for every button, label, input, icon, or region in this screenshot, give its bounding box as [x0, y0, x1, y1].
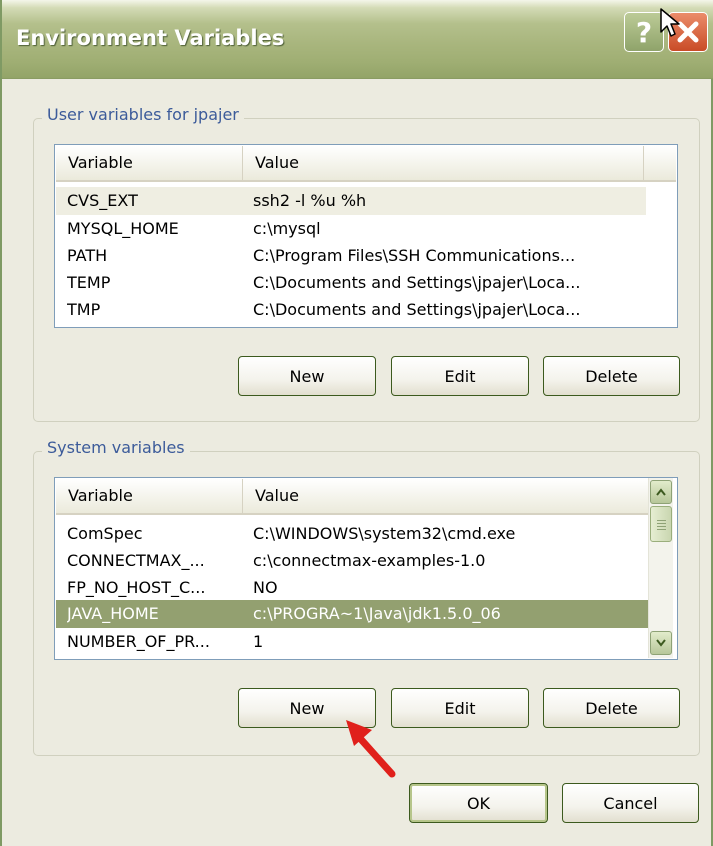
column-header-value[interactable]: Value — [243, 479, 649, 513]
title-bar[interactable]: Environment Variables ? — [2, 0, 713, 79]
row-variable: TMP — [67, 300, 101, 319]
grip-line — [657, 526, 666, 527]
help-button[interactable]: ? — [624, 12, 664, 52]
row-value: C:\Program Files\SSH Communications... — [253, 246, 576, 265]
row-variable: CONNECTMAX_... — [67, 551, 205, 570]
list-row[interactable]: FP_NO_HOST_C... NO — [56, 574, 648, 602]
row-value: C:\Documents and Settings\jpajer\Loca... — [253, 273, 581, 292]
list-header: Variable Value — [56, 479, 649, 515]
list-header: Variable Value — [56, 146, 676, 182]
question-mark-icon: ? — [635, 15, 653, 49]
row-value: ssh2 -l %u %h — [253, 191, 367, 210]
user-variables-list[interactable]: Variable Value CVS_EXT ssh2 -l %u %h MYS… — [54, 144, 678, 328]
row-variable: CVS_EXT — [67, 191, 138, 210]
user-edit-button[interactable]: Edit — [391, 356, 529, 396]
scroll-up-button[interactable] — [650, 480, 672, 504]
list-row[interactable]: CVS_EXT ssh2 -l %u %h — [56, 187, 646, 215]
column-header-variable[interactable]: Variable — [56, 146, 243, 180]
row-variable: MYSQL_HOME — [67, 219, 179, 238]
row-value: C:\Documents and Settings\jpajer\Loca... — [253, 300, 581, 319]
list-row[interactable]: PATH C:\Program Files\SSH Communications… — [56, 242, 646, 270]
list-row[interactable]: CONNECTMAX_... c:\connectmax-examples-1.… — [56, 547, 648, 575]
row-variable: TEMP — [67, 273, 111, 292]
system-edit-button[interactable]: Edit — [391, 688, 529, 728]
scroll-thumb[interactable] — [650, 506, 672, 542]
row-variable: JAVA_HOME — [67, 604, 159, 623]
column-header-variable[interactable]: Variable — [56, 479, 243, 513]
ok-button[interactable]: OK — [409, 783, 548, 823]
system-delete-button[interactable]: Delete — [543, 688, 680, 728]
list-row[interactable]: NUMBER_OF_PR... 1 — [56, 628, 648, 656]
row-variable: ComSpec — [67, 524, 143, 543]
user-delete-button[interactable]: Delete — [543, 356, 680, 396]
user-new-button[interactable]: New — [238, 356, 376, 396]
window-title: Environment Variables — [16, 26, 285, 50]
list-row[interactable]: TEMP C:\Documents and Settings\jpajer\Lo… — [56, 269, 646, 297]
list-row[interactable]: ComSpec C:\WINDOWS\system32\cmd.exe — [56, 520, 648, 548]
grip-line — [657, 520, 666, 521]
list-row[interactable]: TMP C:\Documents and Settings\jpajer\Loc… — [56, 296, 646, 324]
cancel-button[interactable]: Cancel — [562, 783, 699, 823]
system-variables-list[interactable]: Variable Value ComSpec C:\WINDOWS\system… — [54, 477, 678, 660]
grip-line — [657, 523, 666, 524]
row-value: c:\mysql — [253, 219, 321, 238]
row-value: NO — [253, 578, 278, 597]
row-value: C:\WINDOWS\system32\cmd.exe — [253, 524, 516, 543]
red-arrow-icon — [346, 720, 396, 778]
row-value: 1 — [253, 632, 264, 651]
row-variable: FP_NO_HOST_C... — [67, 578, 206, 597]
system-variables-legend: System variables — [42, 438, 190, 457]
grip-line — [657, 529, 666, 530]
vertical-scrollbar[interactable] — [648, 478, 673, 658]
row-value: c:\connectmax-examples-1.0 — [253, 551, 486, 570]
list-row[interactable]: MYSQL_HOME c:\mysql — [56, 215, 646, 243]
mouse-cursor-icon — [660, 8, 680, 37]
environment-variables-dialog: Environment Variables ? User variables f… — [0, 0, 713, 846]
row-variable: PATH — [67, 246, 108, 265]
scroll-down-icon — [656, 639, 666, 647]
list-row-selected[interactable]: JAVA_HOME c:\PROGRA~1\Java\jdk1.5.0_06 — [56, 600, 648, 628]
column-header-value[interactable]: Value — [243, 146, 644, 180]
user-variables-legend: User variables for jpajer — [42, 105, 244, 124]
row-value: c:\PROGRA~1\Java\jdk1.5.0_06 — [253, 604, 501, 623]
scroll-down-button[interactable] — [650, 631, 672, 655]
scroll-up-icon — [656, 488, 666, 496]
row-variable: NUMBER_OF_PR... — [67, 632, 210, 651]
